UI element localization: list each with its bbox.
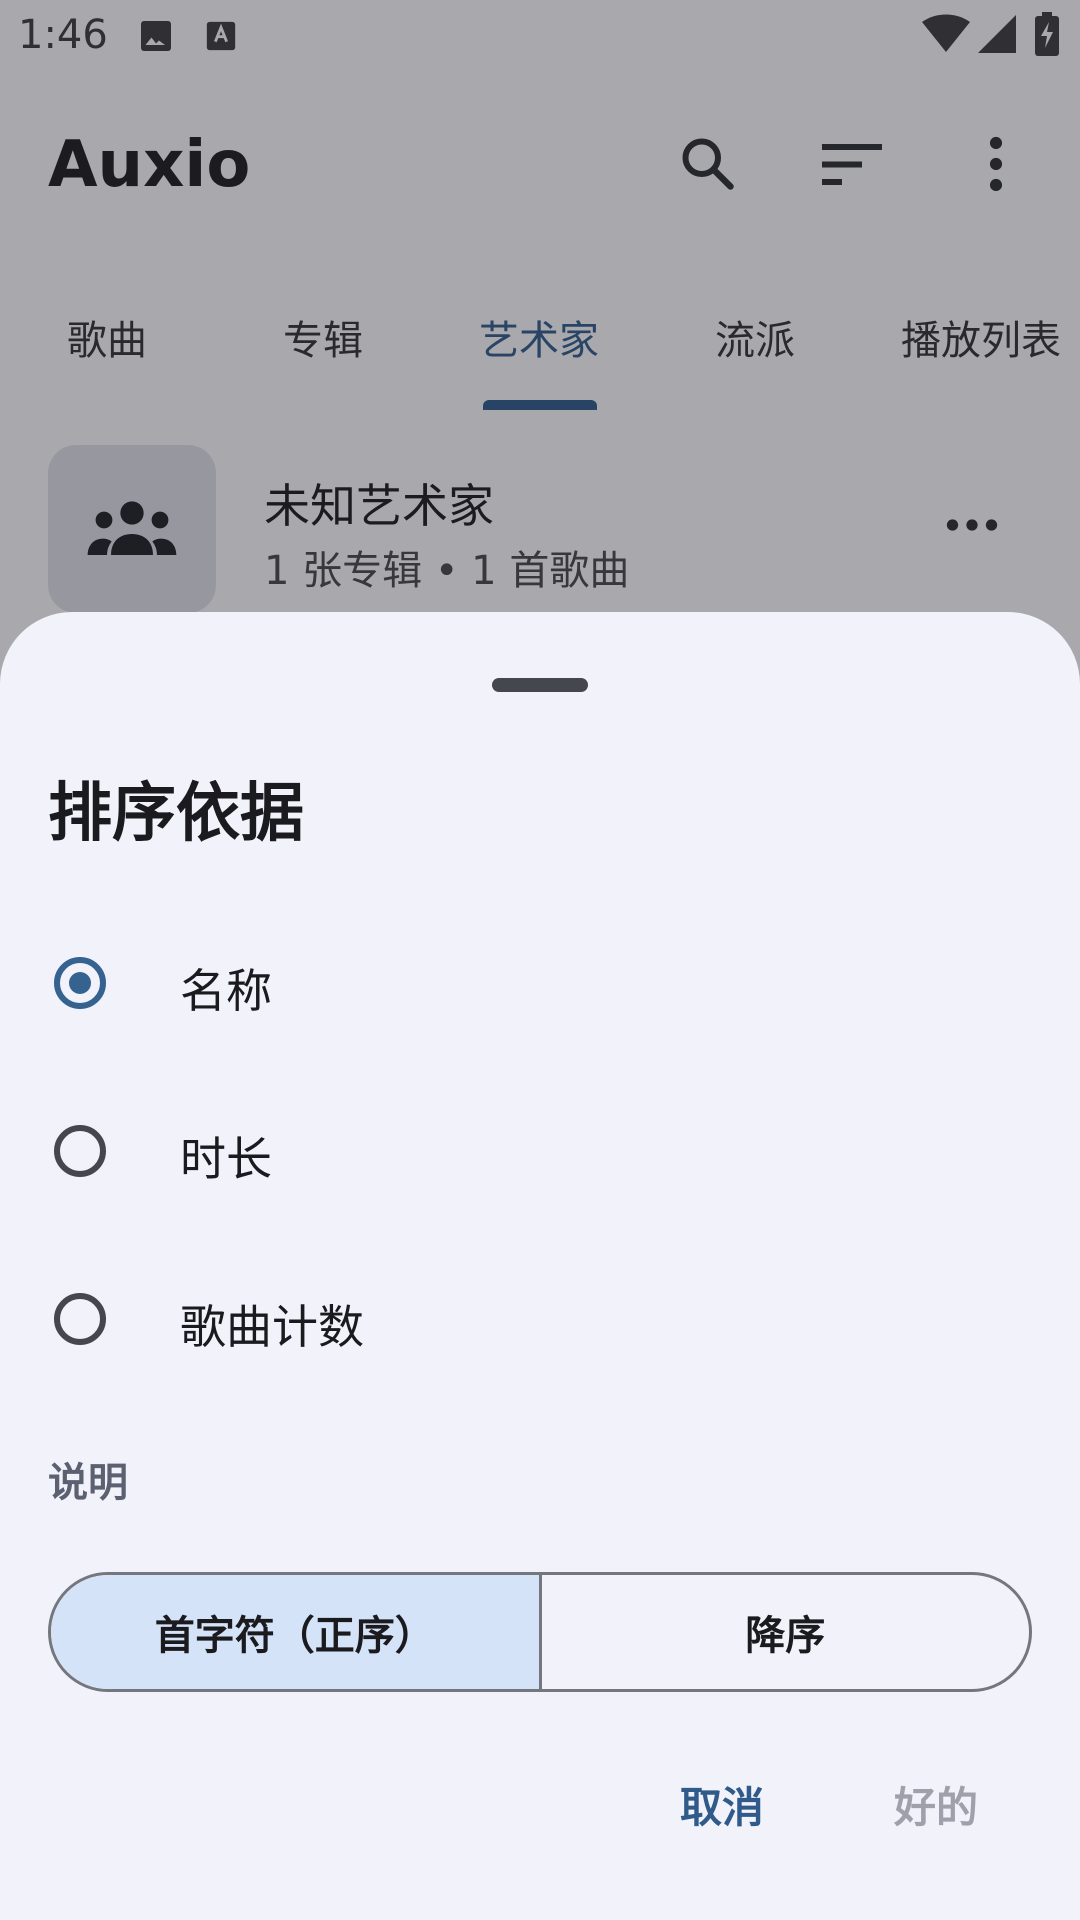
sort-option-label: 时长	[180, 1132, 272, 1186]
sort-bottom-sheet: 排序依据 名称 时长 歌曲计数 说明 首字符（正序） 降序 取消 好的	[0, 612, 1080, 1920]
sort-direction-segmented-button: 首字符（正序） 降序	[48, 1572, 1032, 1692]
radio-button[interactable]	[54, 1293, 106, 1345]
sort-option-label: 名称	[180, 964, 272, 1018]
screen: 1:46 Auxio 歌曲 专辑 艺术家 流派 播放列表 未知艺术家 1 张专辑…	[0, 0, 1080, 1920]
sort-option-name[interactable]: 名称	[0, 911, 1080, 1061]
drag-handle[interactable]	[492, 678, 588, 692]
ok-button[interactable]: 好的	[894, 1774, 978, 1835]
sheet-title: 排序依据	[48, 777, 304, 851]
direction-section-label: 说明	[48, 1460, 128, 1506]
cancel-button[interactable]: 取消	[680, 1774, 764, 1835]
sort-option-label: 歌曲计数	[180, 1300, 364, 1354]
radio-button-checked[interactable]	[54, 957, 106, 1009]
radio-button[interactable]	[54, 1125, 106, 1177]
sort-option-duration[interactable]: 时长	[0, 1079, 1080, 1229]
descending-segment[interactable]: 降序	[538, 1575, 1030, 1689]
ascending-segment[interactable]: 首字符（正序）	[51, 1575, 539, 1689]
sort-option-song-count[interactable]: 歌曲计数	[0, 1247, 1080, 1397]
